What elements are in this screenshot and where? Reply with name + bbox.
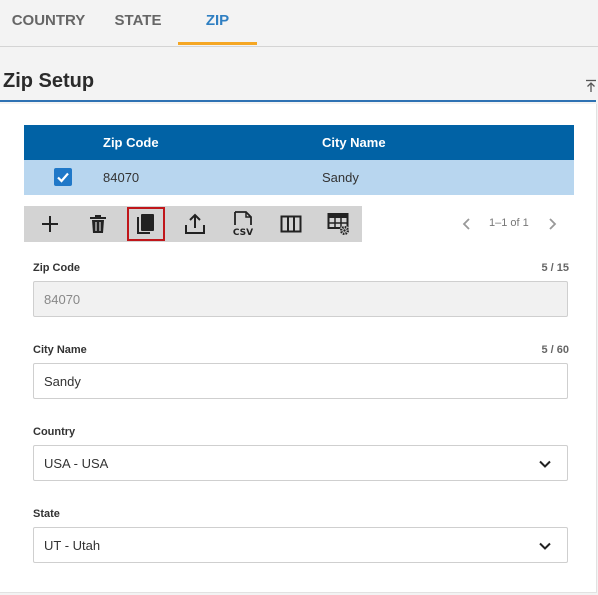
- city-name-field[interactable]: Sandy: [33, 363, 568, 399]
- column-header-city-name[interactable]: City Name: [322, 135, 386, 150]
- csv-export-button[interactable]: CSV: [224, 206, 262, 242]
- export-button[interactable]: [176, 206, 214, 242]
- grid-toolbar: CSV: [24, 206, 362, 242]
- chevron-down-icon: [539, 460, 551, 468]
- copy-icon: [137, 214, 154, 234]
- columns-icon: [280, 215, 302, 233]
- cell-zip-code: 84070: [103, 170, 140, 185]
- upload-icon: [185, 213, 205, 234]
- tab-zip[interactable]: ZIP: [178, 0, 257, 46]
- pagination-status: 1–1 of 1: [489, 217, 529, 229]
- zip-code-label: Zip Code: [33, 262, 81, 274]
- tab-country[interactable]: COUNTRY: [10, 0, 87, 46]
- copy-button[interactable]: [127, 207, 165, 241]
- delete-button[interactable]: [79, 206, 117, 242]
- city-name-label: City Name: [33, 344, 87, 356]
- trash-icon: [90, 215, 106, 233]
- svg-text:CSV: CSV: [233, 228, 253, 237]
- next-page-button[interactable]: [545, 215, 559, 233]
- country-label: Country: [33, 426, 76, 438]
- csv-icon: CSV: [233, 211, 253, 237]
- state-label: State: [33, 508, 60, 520]
- city-name-value: Sandy: [44, 374, 81, 389]
- zip-code-value: 84070: [44, 292, 81, 307]
- table-settings-icon: [327, 213, 350, 236]
- section-title: Zip Setup: [3, 70, 95, 92]
- columns-button[interactable]: [272, 206, 310, 242]
- chevron-left-icon: [462, 218, 470, 230]
- add-button[interactable]: [31, 206, 69, 242]
- prev-page-button[interactable]: [460, 215, 474, 233]
- row-checkbox[interactable]: [54, 168, 72, 186]
- country-select[interactable]: USA - USA: [33, 445, 568, 481]
- city-name-char-count: 5 / 60: [541, 344, 569, 356]
- column-header-zip-code[interactable]: Zip Code: [103, 135, 159, 150]
- zip-code-field: 84070: [33, 281, 568, 317]
- chevron-right-icon: [549, 218, 557, 230]
- chevron-down-icon: [539, 542, 551, 550]
- zip-code-char-count: 5 / 15: [541, 262, 569, 274]
- tab-bar: COUNTRY STATE ZIP: [0, 0, 598, 47]
- state-select[interactable]: UT - Utah: [33, 527, 568, 563]
- country-selected-value: USA - USA: [44, 456, 109, 471]
- table-row[interactable]: 84070 Sandy: [24, 160, 574, 195]
- collapse-icon[interactable]: [585, 79, 597, 93]
- table-settings-button[interactable]: [320, 206, 358, 242]
- active-tab-indicator: [178, 42, 257, 45]
- checkmark-icon: [57, 172, 69, 183]
- state-selected-value: UT - Utah: [44, 538, 101, 553]
- cell-city-name: Sandy: [322, 170, 359, 185]
- plus-icon: [42, 216, 58, 232]
- section-divider: [0, 100, 596, 102]
- grid-header: Zip Code City Name: [24, 125, 574, 160]
- tab-state[interactable]: STATE: [113, 0, 163, 46]
